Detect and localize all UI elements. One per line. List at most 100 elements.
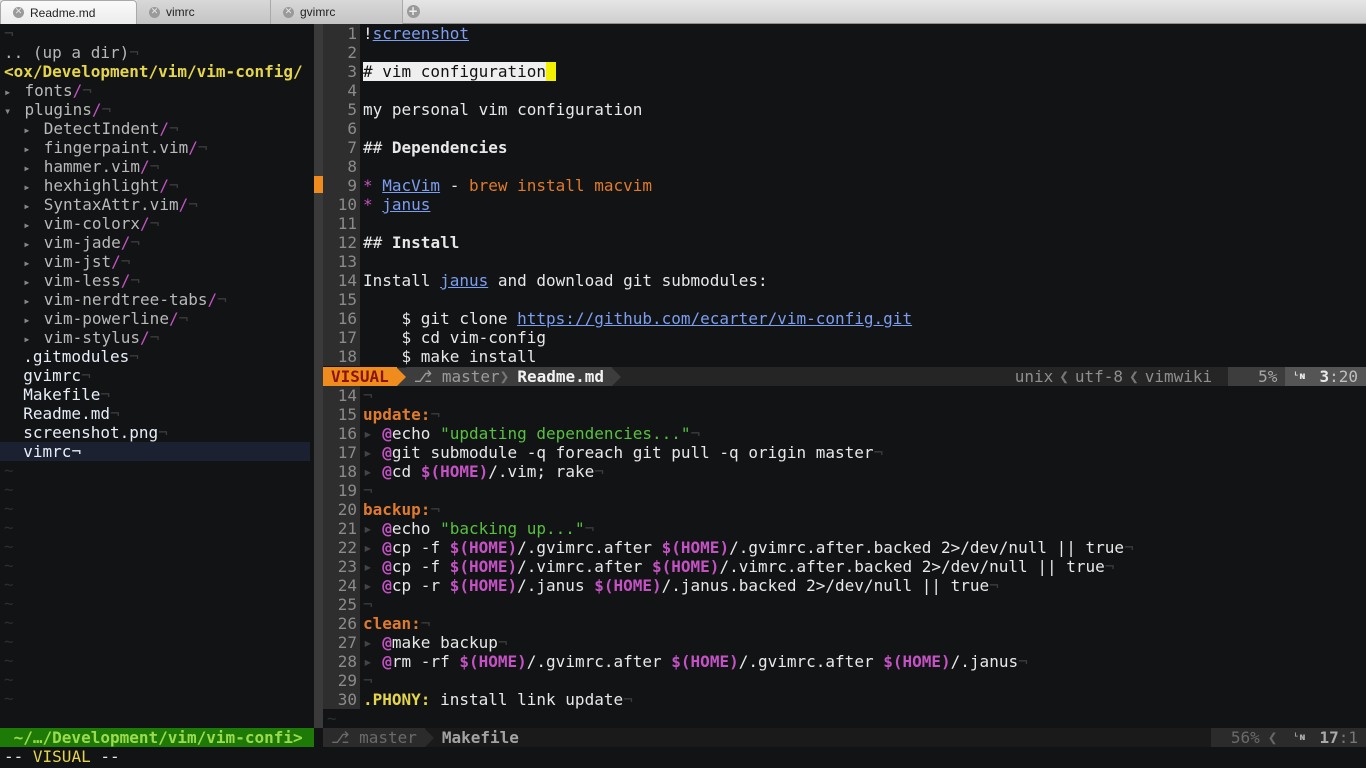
tree-file[interactable]: screenshot.png¬ <box>0 423 314 442</box>
file-tree: ¬ .. (up a dir)¬ <ox/Development/vim/vim… <box>0 24 314 728</box>
line-number: 3 <box>323 62 360 81</box>
tree-folder[interactable]: ▸ hammer.vim/¬ <box>0 157 314 176</box>
tree-folder[interactable]: ▸ DetectIndent/¬ <box>0 119 314 138</box>
collapsed-arrow-icon[interactable]: ▸ <box>4 85 18 99</box>
eol-marker: ¬ <box>690 424 701 443</box>
code-text: ## Dependencies <box>360 138 508 157</box>
code-token: $(HOME) <box>459 652 527 671</box>
collapsed-arrow-icon[interactable]: ▸ <box>23 199 37 213</box>
tab-readme[interactable]: ✕ Readme.md <box>0 0 137 24</box>
collapsed-arrow-icon[interactable]: ▸ <box>23 256 37 270</box>
tree-file[interactable]: Readme.md¬ <box>0 404 314 423</box>
editor-pane-makefile[interactable]: 14 ¬ 15 update:¬ 16 ▸ @echo "updating depende… <box>323 386 1366 728</box>
code-token: /.vimrc.after <box>517 557 652 576</box>
close-tab-icon[interactable]: ✕ <box>283 6 294 18</box>
link-text[interactable]: MacVim <box>382 176 440 195</box>
tab-label: vimrc <box>166 5 195 19</box>
tree-file[interactable]: gvimrc¬ <box>0 366 314 385</box>
code-token: /.vimrc.after.backed 2>/dev/null || true <box>719 557 1105 576</box>
file-name: gvimrc <box>23 366 82 385</box>
tree-folder[interactable]: ▸ vim-less/¬ <box>0 271 314 290</box>
tree-folder[interactable]: ▸ vim-stylus/¬ <box>0 328 314 347</box>
folder-name: vim-jst <box>43 252 112 271</box>
line-number-icon: ᴸɴ <box>1293 732 1306 743</box>
tree-folder[interactable]: ▸ vim-jade/¬ <box>0 233 314 252</box>
code-line: 9 * MacVim - brew install macvim <box>323 176 1366 195</box>
eol-marker: ¬ <box>989 576 999 595</box>
link-text[interactable]: screenshot <box>373 24 469 43</box>
collapsed-arrow-icon[interactable]: ▸ <box>23 294 37 308</box>
code-token: $ make install <box>363 347 537 366</box>
code-text: update:¬ <box>360 405 440 424</box>
command-line[interactable]: -- VISUAL -- <box>0 747 1366 768</box>
code-line: 21 ▸ @echo "backing up..."¬ <box>323 519 1366 538</box>
collapsed-arrow-icon[interactable]: ▸ <box>23 123 37 137</box>
collapsed-arrow-icon[interactable]: ▸ <box>23 180 37 194</box>
code-token: /.janus <box>517 576 595 595</box>
tree-folder[interactable]: ▸ vim-colorx/¬ <box>0 214 314 233</box>
tree-blank: ¬ <box>4 24 14 43</box>
close-tab-icon[interactable]: ✕ <box>13 7 24 18</box>
tree-folder[interactable]: ▸ vim-nerdtree-tabs/¬ <box>0 290 314 309</box>
eol-marker: ¬ <box>420 614 431 633</box>
tree-folder[interactable]: ▸ fonts/¬ <box>0 81 314 100</box>
tree-items: ▸ fonts/¬ ▾ plugins/¬ ▸ DetectIndent/¬ ▸ … <box>0 81 314 461</box>
vertical-split-bar[interactable] <box>314 24 323 728</box>
tree-folder[interactable]: ▸ hexhighlight/¬ <box>0 176 314 195</box>
tree-folder[interactable]: ▸ vim-jst/¬ <box>0 252 314 271</box>
eol-marker: ¬ <box>1104 557 1115 576</box>
collapsed-arrow-icon[interactable]: ▸ <box>23 142 37 156</box>
split-marker <box>314 176 323 193</box>
line-number: 14 <box>323 271 360 290</box>
tree-up-dir[interactable]: .. (up a dir)¬ <box>0 43 314 62</box>
code-line: 3 # vim configuration <box>323 62 1366 81</box>
collapsed-arrow-icon[interactable]: ▸ <box>23 313 37 327</box>
folder-slash: / <box>159 119 169 138</box>
folder-name: vim-less <box>43 271 121 290</box>
tree-file[interactable]: Makefile¬ <box>0 385 314 404</box>
tree-folder[interactable]: ▸ vim-powerline/¬ <box>0 309 314 328</box>
code-text: ▸ @echo "backing up..."¬ <box>360 519 594 538</box>
code-line: 2 <box>323 43 1366 62</box>
tree-folder[interactable]: ▸ SyntaxAttr.vim/¬ <box>0 195 314 214</box>
collapsed-arrow-icon[interactable]: ▸ <box>23 332 37 346</box>
folder-name: vim-stylus <box>43 328 141 347</box>
line-number: 8 <box>323 157 360 176</box>
code-line: 6 <box>323 119 1366 138</box>
link-text[interactable]: janus <box>440 271 488 290</box>
code-token: @ <box>382 462 392 481</box>
tree-file[interactable]: vimrc¬ <box>0 442 310 461</box>
tab-vimrc[interactable]: ✕ vimrc <box>137 0 271 24</box>
tab-gvimrc[interactable]: ✕ gvimrc <box>271 0 403 24</box>
collapsed-arrow-icon[interactable]: ▸ <box>23 161 37 175</box>
tree-folder[interactable]: ▸ fingerpaint.vim/¬ <box>0 138 314 157</box>
tree-file[interactable]: .gitmodules¬ <box>0 347 314 366</box>
scroll-percent: 5% <box>1228 367 1286 386</box>
eol-marker: ¬ <box>594 462 604 481</box>
link-text[interactable]: https://github.com/ecarter/vim-config.gi… <box>517 309 912 328</box>
collapsed-arrow-icon[interactable]: ▸ <box>23 275 37 289</box>
code-line: 22 ▸ @cp -f $(HOME)/.gvimrc.after $(HOME)… <box>323 538 1366 557</box>
new-tab-button[interactable]: + <box>403 0 423 23</box>
file-name: Makefile <box>441 728 519 747</box>
code-line: 13 <box>323 252 1366 271</box>
expanded-arrow-icon[interactable]: ▾ <box>4 104 18 118</box>
code-token: ▸ <box>363 652 383 671</box>
code-text: ¬ <box>360 671 373 690</box>
collapsed-arrow-icon[interactable]: ▸ <box>23 237 37 251</box>
code-token: cp -f <box>391 557 450 576</box>
folder-slash: / <box>188 138 198 157</box>
line-number: 14 <box>323 386 360 405</box>
editor-pane-readme[interactable]: 1 !screenshot 2 3 # vim configuration 4 5 my p… <box>323 24 1366 367</box>
separator-arrow <box>612 367 622 386</box>
close-tab-icon[interactable]: ✕ <box>149 6 160 18</box>
tree-folder[interactable]: ▾ plugins/¬ <box>0 100 314 119</box>
collapsed-arrow-icon[interactable]: ▸ <box>23 218 37 232</box>
code-line: 17 $ cd vim-config <box>323 328 1366 347</box>
file-type: vimwiki <box>1144 367 1213 386</box>
line-number: 13 <box>323 252 360 271</box>
tree-root[interactable]: <ox/Development/vim/vim-config/ <box>0 62 314 81</box>
code-token: .PHONY: <box>363 690 431 709</box>
link-text[interactable]: janus <box>382 195 430 214</box>
git-branch: ⎇ master ❯ <box>405 367 518 386</box>
